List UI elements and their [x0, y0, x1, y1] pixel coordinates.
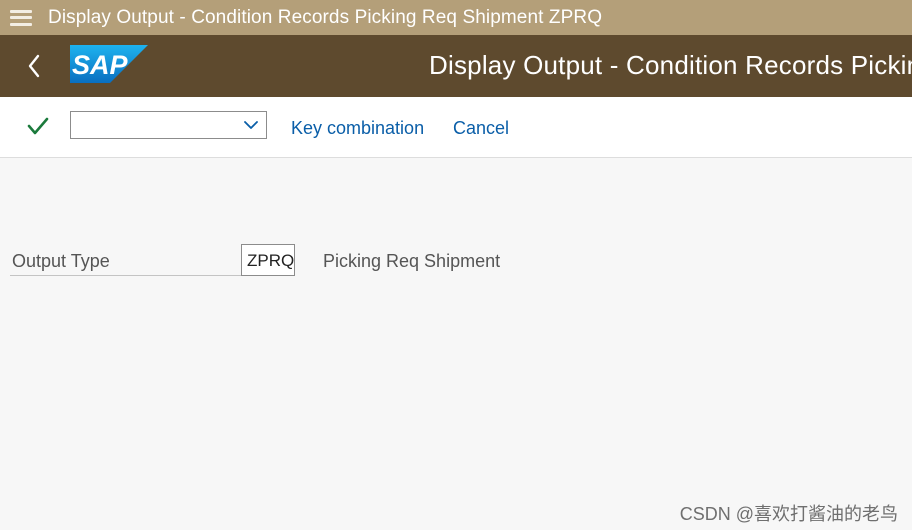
page-title: Display Output - Condition Records Picki…: [429, 50, 912, 80]
back-button[interactable]: [18, 51, 50, 81]
command-dropdown[interactable]: [70, 111, 267, 139]
watermark-text: CSDN @喜欢打酱油的老鸟: [679, 504, 898, 524]
chevron-left-icon: [28, 54, 40, 78]
title-bar: Display Output - Condition Records Picki…: [0, 0, 912, 35]
output-type-label: Output Type: [12, 251, 110, 271]
toolbar: Key combination Cancel: [0, 97, 912, 158]
output-type-field[interactable]: ZPRQ: [241, 244, 295, 276]
label-underline: [10, 275, 242, 276]
sap-logo-text: SAP: [72, 50, 129, 80]
cancel-button[interactable]: Cancel: [453, 118, 509, 139]
sap-logo: SAP: [70, 45, 148, 83]
output-type-description: Picking Req Shipment: [323, 251, 501, 271]
shell-header: SAP Display Output - Condition Records P…: [0, 35, 912, 97]
window-title: Display Output - Condition Records Picki…: [48, 6, 603, 28]
key-combination-button[interactable]: Key combination: [291, 118, 424, 139]
chevron-down-icon[interactable]: [243, 120, 259, 130]
menu-icon[interactable]: [10, 9, 32, 26]
checkmark-icon[interactable]: [26, 115, 50, 137]
